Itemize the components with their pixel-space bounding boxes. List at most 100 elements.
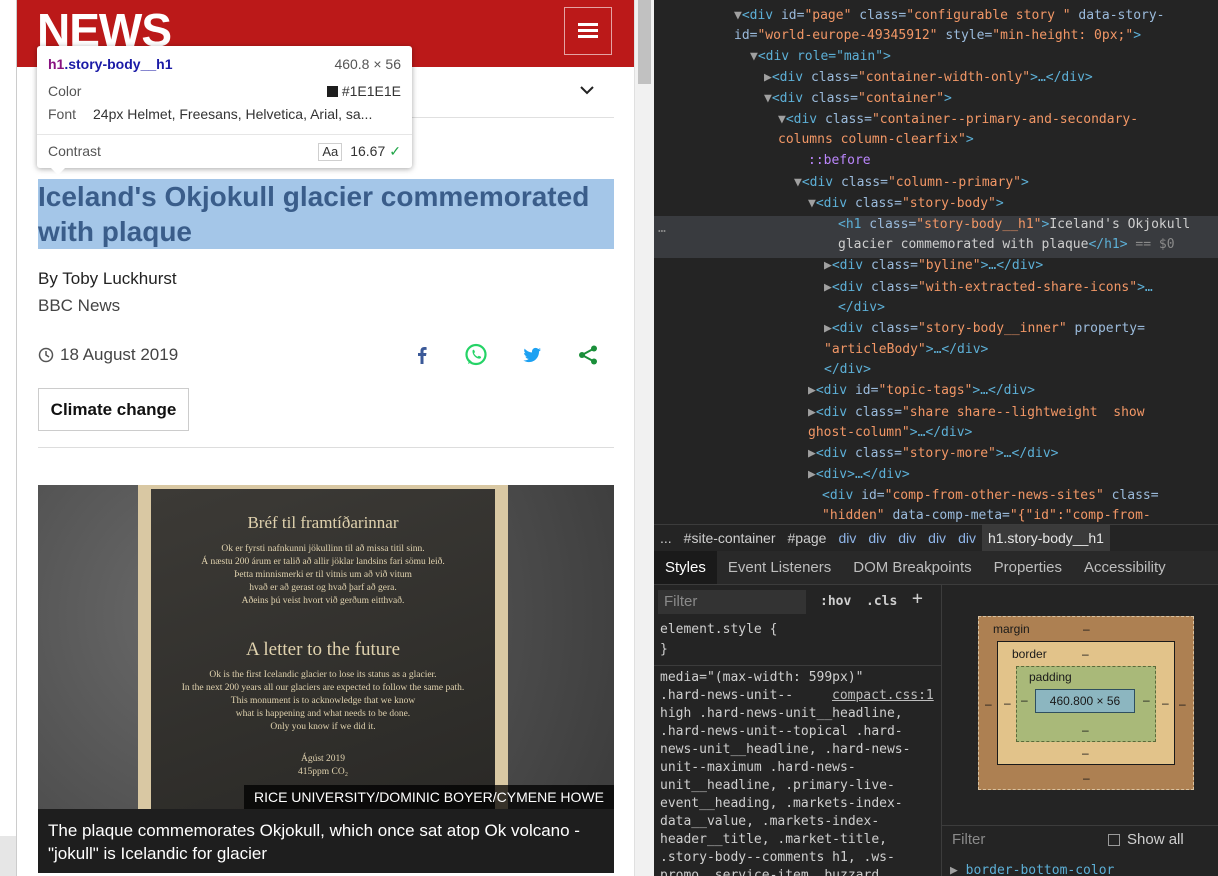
tree-node-byline[interactable]: ▶<div class="byline">…</div> <box>824 256 1043 277</box>
styles-filter-input[interactable]: Filter <box>658 590 806 614</box>
margin-label: margin <box>993 622 1030 636</box>
tooltip-selector-row: h1.story-body__h1 460.8 × 56 <box>48 54 401 74</box>
facebook-icon[interactable] <box>409 342 435 368</box>
tree-node-share[interactable]: ▶<div class="share share--lightweight sh… <box>808 403 1145 424</box>
css-selector-line: high .hard-news-unit__headline, <box>660 706 903 721</box>
tree-node-primary-secondary-cont: columns column-clearfix"> <box>778 132 974 147</box>
show-all-checkbox[interactable]: Show all <box>1108 831 1184 848</box>
tree-node-main[interactable]: ▼<div role="main"> <box>750 47 891 68</box>
tree-node-topic-tags[interactable]: ▶<div id="topic-tags">…</div> <box>808 381 1035 402</box>
plaque-date: Ágúst 2019 415ppm CO₂ <box>297 754 349 777</box>
date-row: 18 August 2019 <box>38 345 178 365</box>
tooltip-contrast-label: Contrast <box>48 143 101 159</box>
checkbox-icon[interactable] <box>1108 833 1120 846</box>
stylesheet-link[interactable]: compact.css:1 <box>832 687 934 705</box>
tree-node-h1-cont: glacier commemorated with plaque</h1> ==… <box>838 237 1175 252</box>
node-actions-ellipsis[interactable]: … <box>658 219 666 240</box>
tree-node-page-cont: id="world-europe-49345912" style="min-he… <box>734 28 1142 43</box>
breadcrumb-div[interactable]: div <box>862 525 892 551</box>
scrollbar-thumb[interactable] <box>638 0 651 84</box>
element-style-close: } <box>660 642 668 657</box>
tree-node-page[interactable]: ▼<div id="page" class="configurable stor… <box>734 6 1165 27</box>
tag-divider <box>38 447 614 448</box>
breadcrumb-page[interactable]: #page <box>782 525 833 551</box>
tree-node-primary-secondary[interactable]: ▼<div class="container--primary-and-seco… <box>778 110 1138 131</box>
css-selector-line: unit__headline, .primary-live- <box>660 778 895 793</box>
tree-node-comp-from-other[interactable]: <div id="comp-from-other-news-sites" cla… <box>822 486 1159 507</box>
hamburger-icon <box>578 23 598 39</box>
contrast-aa-badge: Aa <box>318 143 343 161</box>
css-selector-line: .story-body--comments h1, .ws- <box>660 850 895 865</box>
box-model-padding[interactable]: padding – – – 460.800 × 56 <box>1016 666 1156 742</box>
breadcrumb-site-container[interactable]: #site-container <box>678 525 782 551</box>
css-selector-line: news-unit__headline, .hard-news- <box>660 742 911 757</box>
breadcrumb-div[interactable]: div <box>922 525 952 551</box>
breadcrumb-div[interactable]: div <box>952 525 982 551</box>
tree-node-share-icons[interactable]: ▶<div class="with-extracted-share-icons"… <box>824 278 1153 299</box>
chevron-down-icon[interactable] <box>577 80 597 100</box>
tab-properties[interactable]: Properties <box>983 551 1073 584</box>
box-model-pane: margin – – – – border – – – – padding – … <box>942 585 1218 876</box>
tab-dom-breakpoints[interactable]: DOM Breakpoints <box>842 551 982 584</box>
tree-node-div[interactable]: ▶<div>…</div> <box>808 465 910 486</box>
image-credit: RICE UNIVERSITY/DOMINIC BOYER/CYMENE HOW… <box>243 785 614 809</box>
plaque-title-icelandic: Bréf til framtíðarinnar <box>247 513 399 532</box>
border-label: border <box>1012 647 1047 661</box>
topic-tag-button[interactable]: Climate change <box>38 388 189 431</box>
whatsapp-icon[interactable] <box>463 342 489 368</box>
styles-pane: Filter :hov .cls + element.style { } med… <box>654 585 942 876</box>
article-headline: Iceland's Okjokull glacier commemorated … <box>38 179 614 249</box>
tooltip-font-row: Font 24px Helmet, Freesans, Helvetica, A… <box>48 104 401 124</box>
tree-node-share-icons-close: </div> <box>838 300 885 315</box>
box-model-border[interactable]: border – – – – padding – – – 460.800 × 5… <box>997 641 1175 765</box>
breadcrumb-ellipsis[interactable]: ... <box>654 525 678 551</box>
tab-styles[interactable]: Styles <box>654 551 717 584</box>
tree-node-before[interactable]: ::before <box>808 151 871 172</box>
breadcrumb-div[interactable]: div <box>832 525 862 551</box>
new-rule-plus-icon[interactable]: + <box>912 588 923 609</box>
tooltip-class: .story-body__h1 <box>64 56 173 72</box>
tooltip-font-label: Font <box>48 106 77 122</box>
tooltip-contrast-row: Contrast Aa 16.67 ✓ <box>48 141 401 161</box>
tooltip-font-value: 24px Helmet, Freesans, Helvetica, Arial,… <box>93 106 373 122</box>
image-caption: The plaque commemorates Okjokull, which … <box>38 809 614 873</box>
tab-accessibility[interactable]: Accessibility <box>1073 551 1177 584</box>
element-style-rule[interactable]: element.style { <box>660 621 777 639</box>
computed-property[interactable]: ▶ border-bottom-color <box>950 863 1114 876</box>
css-selector-line: header__title, .market-title, <box>660 832 887 847</box>
tree-node-column-primary[interactable]: ▼<div class="column--primary"> <box>794 173 1029 194</box>
css-selector-line: promo service-item buzzard <box>660 868 880 876</box>
page-scrollbar[interactable] <box>634 0 654 876</box>
tree-node-h1-selected[interactable]: <h1 class="story-body__h1">Iceland's Okj… <box>838 215 1190 236</box>
tab-event-listeners[interactable]: Event Listeners <box>717 551 842 584</box>
breadcrumb-h1[interactable]: h1.story-body__h1 <box>981 525 1110 551</box>
hov-toggle[interactable]: :hov <box>820 590 851 614</box>
tooltip-tag: h1 <box>48 56 65 72</box>
article-date: 18 August 2019 <box>60 345 179 364</box>
tree-node-story-body[interactable]: ▼<div class="story-body"> <box>808 194 1004 215</box>
tree-node-story-body-close: </div> <box>824 362 871 377</box>
share-icon[interactable] <box>575 342 601 368</box>
tree-node-story-more[interactable]: ▶<div class="story-more">…</div> <box>808 444 1058 465</box>
tooltip-color-label: Color <box>48 83 82 99</box>
tooltip-contrast-value: Aa 16.67 ✓ <box>318 141 401 161</box>
tree-node-container-width[interactable]: ▶<div class="container-width-only">…</di… <box>764 68 1093 89</box>
tooltip-color-value: #1E1E1E <box>326 81 401 101</box>
css-selector-line: .hard-news-unit--topical .hard- <box>660 724 903 739</box>
plaque-image: Bréf til framtíðarinnar Ok er fyrsti naf… <box>38 485 614 809</box>
breadcrumb-div[interactable]: div <box>892 525 922 551</box>
plaque: Bréf til framtíðarinnar Ok er fyrsti naf… <box>151 489 495 809</box>
box-model-content[interactable]: 460.800 × 56 <box>1035 689 1135 713</box>
byline-author: By Toby Luckhurst <box>38 269 177 288</box>
padding-label: padding <box>1029 670 1072 684</box>
dom-breadcrumbs: ... #site-container #page div div div div div h1… <box>654 524 1218 552</box>
tree-node-share-cont: ghost-column">…</div> <box>808 425 973 440</box>
box-model-margin[interactable]: margin – – – – border – – – – padding – … <box>978 616 1194 790</box>
tree-node-story-inner[interactable]: ▶<div class="story-body__inner" property… <box>824 319 1145 340</box>
tree-node-container[interactable]: ▼<div class="container"> <box>764 89 952 110</box>
computed-filter-input[interactable]: Filter <box>952 831 985 848</box>
cls-toggle[interactable]: .cls <box>866 590 897 614</box>
css-selector-line: data__value, .markets-index- <box>660 814 880 829</box>
twitter-icon[interactable] <box>519 342 545 368</box>
menu-button[interactable] <box>564 7 612 55</box>
